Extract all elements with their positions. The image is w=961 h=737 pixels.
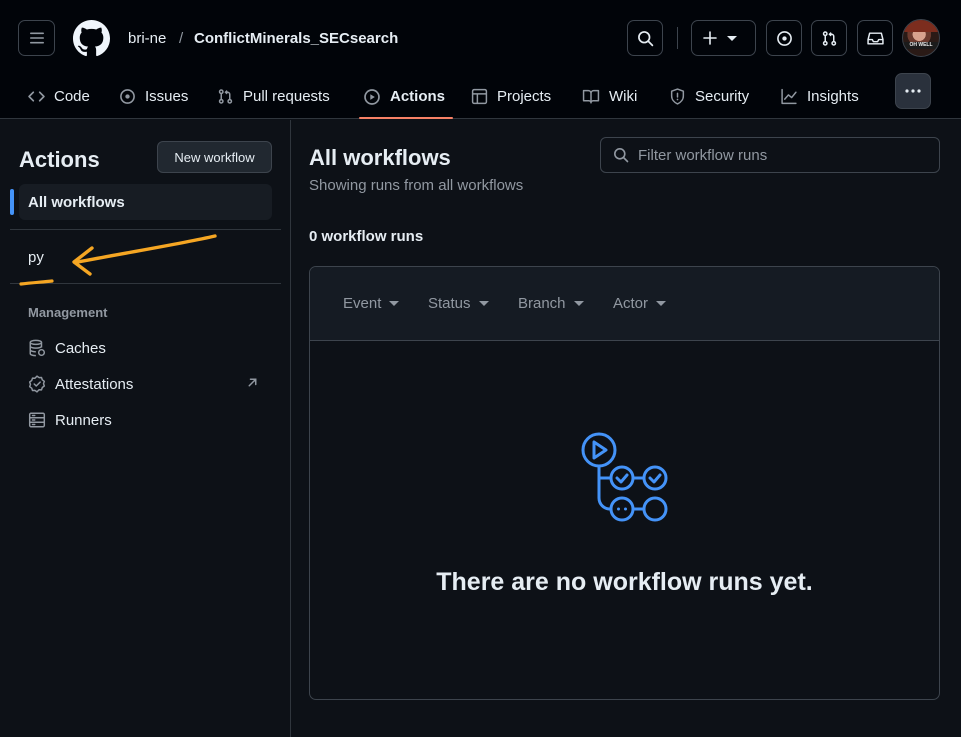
graph-icon (780, 88, 798, 105)
play-icon (363, 88, 381, 106)
filter-event-dropdown[interactable]: Event (343, 295, 400, 312)
sidebar-item-all-workflows[interactable]: All workflows (19, 184, 272, 220)
tab-issues[interactable]: Issues (119, 74, 188, 119)
filter-status-label: Status (428, 295, 471, 312)
more-tabs-button[interactable] (895, 73, 931, 109)
sidebar-item-caches[interactable]: Caches (28, 337, 106, 359)
sidebar-item-workflow-py[interactable]: py (28, 249, 44, 266)
breadcrumb-repo[interactable]: ConflictMinerals_SECsearch (194, 29, 398, 49)
sidebar-item-label: Attestations (55, 375, 134, 393)
tab-security[interactable]: Security (669, 74, 749, 119)
search-icon (613, 147, 629, 163)
page-title: All workflows (309, 145, 451, 170)
table-icon (471, 88, 488, 105)
github-logo-icon[interactable] (73, 20, 110, 57)
filter-actor-dropdown[interactable]: Actor (613, 295, 667, 312)
user-avatar[interactable]: OH WELL (902, 19, 940, 57)
tab-issues-label: Issues (145, 88, 189, 105)
filter-status-dropdown[interactable]: Status (428, 295, 489, 312)
runs-filter-bar: Event Status Branch Actor (310, 267, 939, 341)
empty-state-message: There are no workflow runs yet. (436, 568, 813, 596)
chevron-down-icon (478, 301, 489, 306)
tab-wiki-label: Wiki (609, 88, 638, 105)
your-pull-requests-button[interactable] (811, 20, 847, 56)
notifications-inbox-button[interactable] (857, 20, 893, 56)
tab-security-label: Security (695, 88, 750, 105)
management-heading: Management (28, 305, 108, 320)
filter-input[interactable] (638, 146, 918, 164)
tab-insights-label: Insights (807, 88, 859, 105)
app-header: bri-ne / ConflictMinerals_SECsearch OH W… (0, 0, 961, 119)
tab-code-label: Code (54, 88, 90, 105)
code-icon (28, 88, 45, 105)
filter-branch-dropdown[interactable]: Branch (518, 295, 584, 312)
sidebar-title: Actions (19, 147, 100, 172)
create-new-button[interactable] (691, 20, 756, 56)
workflow-runs-panel: Event Status Branch Actor There are no w… (309, 266, 940, 700)
plus-icon (703, 31, 717, 45)
tab-insights[interactable]: Insights (780, 74, 859, 119)
header-divider (677, 27, 678, 49)
your-issues-button[interactable] (766, 20, 802, 56)
sidebar-item-label: Caches (55, 339, 106, 357)
book-icon (582, 88, 600, 105)
sidebar-divider (10, 283, 281, 284)
tab-pull-requests[interactable]: Pull requests (217, 74, 330, 119)
tab-wiki[interactable]: Wiki (582, 74, 637, 119)
issue-opened-icon (119, 88, 136, 105)
sidebar-item-runners[interactable]: Runners (28, 409, 112, 431)
avatar-caption: OH WELL (909, 42, 933, 48)
search-button[interactable] (627, 20, 663, 56)
top-bar: bri-ne / ConflictMinerals_SECsearch OH W… (0, 0, 961, 74)
tab-projects[interactable]: Projects (471, 74, 551, 119)
tab-actions-label: Actions (390, 88, 446, 105)
verified-icon (28, 375, 46, 393)
workflow-run-count: 0 workflow runs (309, 228, 424, 245)
page: bri-ne / ConflictMinerals_SECsearch OH W… (0, 0, 961, 737)
arrow-up-right-icon (246, 376, 259, 389)
tab-projects-label: Projects (497, 88, 552, 105)
breadcrumb-separator: / (179, 30, 184, 47)
new-workflow-button[interactable]: New workflow (157, 141, 272, 173)
chevron-down-icon (573, 301, 584, 306)
sidebar-item-attestations[interactable]: Attestations (28, 373, 133, 395)
actions-sidebar: Actions New workflow All workflows py Ma… (0, 120, 291, 737)
tab-code[interactable]: Code (28, 74, 90, 119)
page-subtitle: Showing runs from all workflows (309, 177, 524, 194)
database-icon (28, 339, 46, 357)
sidebar-divider (10, 229, 281, 230)
chevron-down-icon (389, 301, 400, 306)
filter-branch-label: Branch (518, 295, 566, 312)
filter-event-label: Event (343, 295, 382, 312)
menu-icon (29, 32, 44, 44)
issue-opened-icon (776, 30, 792, 46)
filter-workflow-runs[interactable] (600, 137, 940, 173)
filter-actor-label: Actor (613, 295, 649, 312)
sidebar-item-label: Runners (55, 411, 112, 429)
kebab-horizontal-icon (905, 89, 921, 93)
avatar-background (903, 20, 939, 32)
git-pull-request-icon (822, 30, 836, 46)
breadcrumb-owner[interactable]: bri-ne (128, 29, 166, 49)
chevron-down-icon (656, 301, 667, 306)
sidebar-item-label: All workflows (28, 193, 125, 211)
tab-actions[interactable]: Actions (358, 74, 454, 119)
server-icon (28, 411, 46, 429)
inbox-icon (866, 31, 884, 45)
workflow-empty-state-icon (581, 432, 668, 522)
git-pull-request-icon (217, 88, 234, 105)
selected-indicator (10, 189, 14, 215)
shield-icon (669, 88, 686, 105)
repo-tabs: Code Issues Pull requests Actions Projec… (0, 74, 961, 119)
tab-pull-requests-label: Pull requests (243, 88, 330, 105)
chevron-down-icon (727, 35, 737, 41)
search-icon (637, 30, 653, 46)
menu-button[interactable] (18, 20, 55, 56)
